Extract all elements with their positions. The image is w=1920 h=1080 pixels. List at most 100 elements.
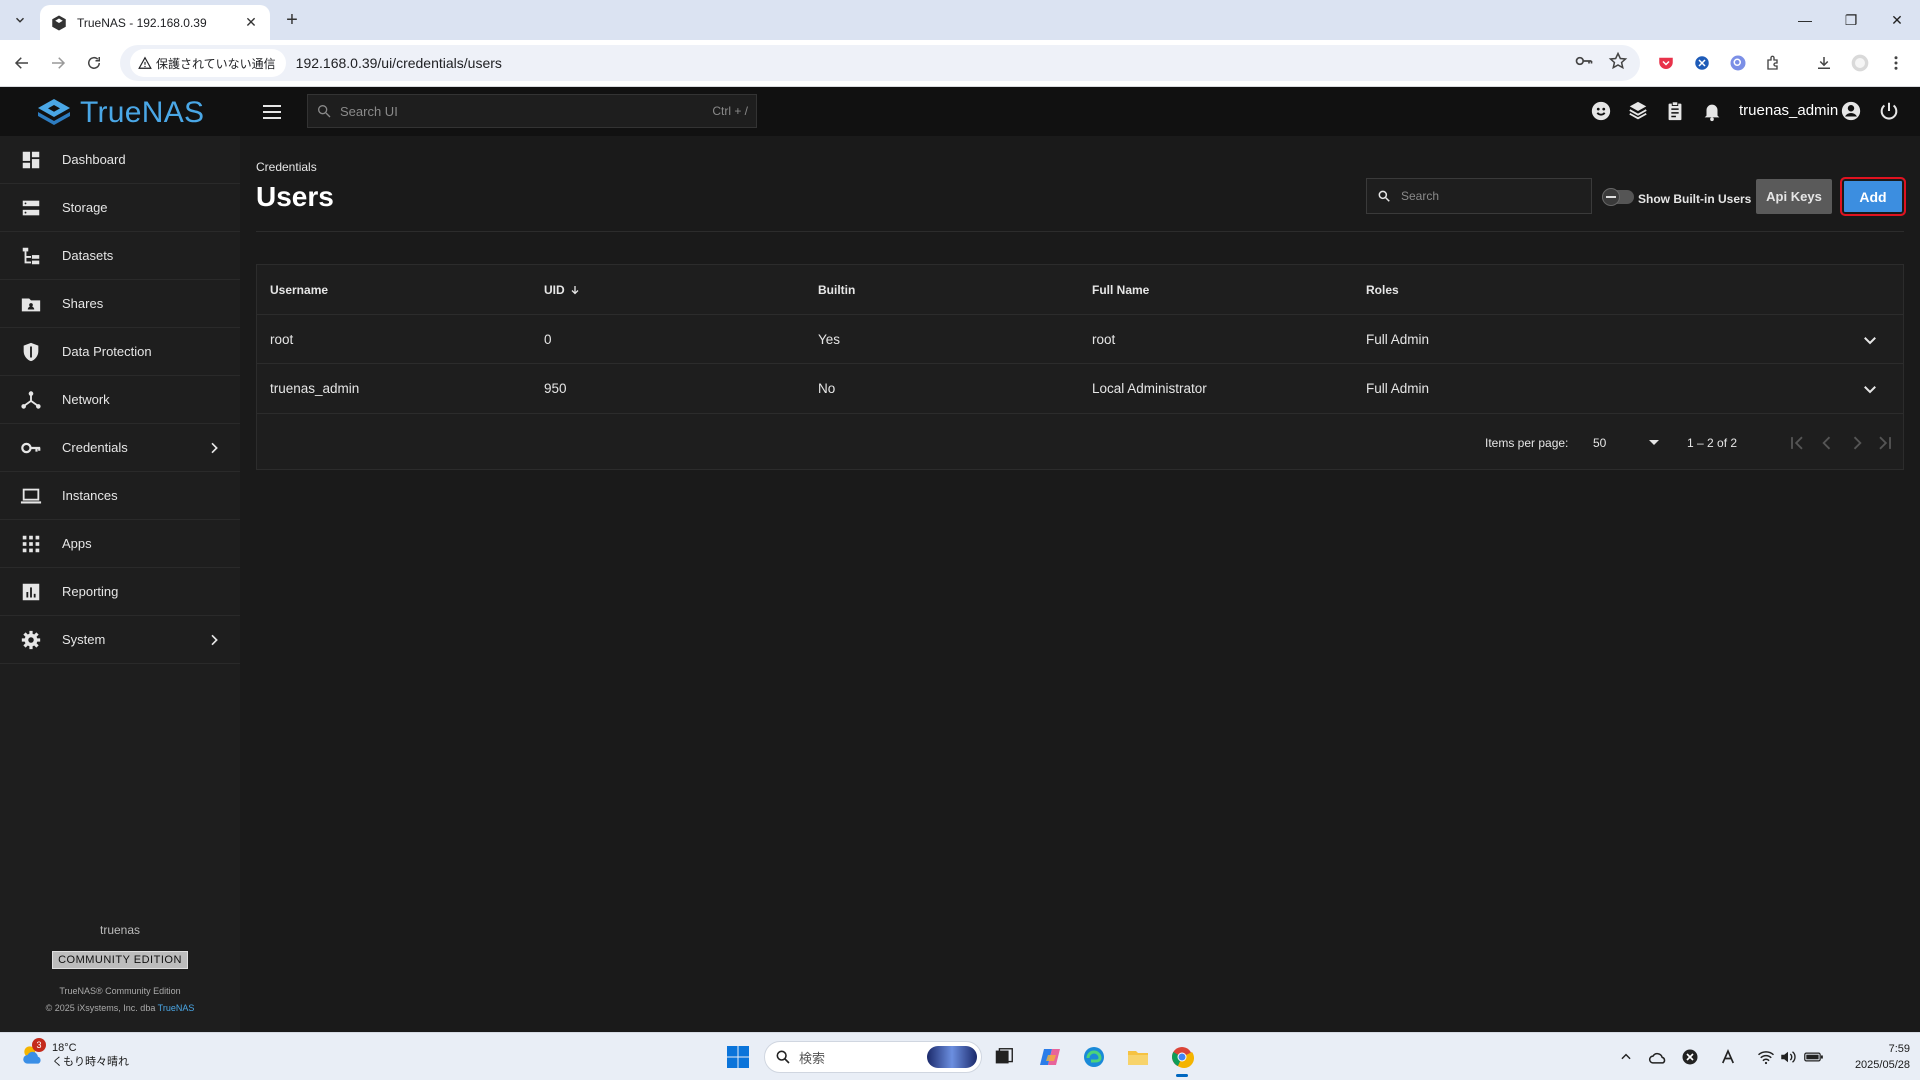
sidebar-item-dashboard[interactable]: Dashboard — [0, 136, 240, 184]
table-row[interactable]: truenas_admin 950 No Local Administrator… — [257, 363, 1903, 412]
windows-taskbar: 3 18°C くもり時々晴れ 検索 7:59 2025/05/28 — [0, 1032, 1920, 1080]
last-page-icon[interactable] — [1875, 433, 1895, 453]
user-menu-button[interactable] — [1839, 99, 1863, 123]
truenas-link[interactable]: TrueNAS — [158, 1003, 195, 1013]
network-icon — [21, 390, 41, 409]
volume-icon[interactable] — [1778, 1047, 1798, 1067]
chrome-browser-icon[interactable] — [1168, 1043, 1196, 1077]
extension-blue-icon[interactable] — [1690, 51, 1714, 75]
app-tray-x-icon[interactable] — [1680, 1047, 1700, 1067]
edge-browser-icon[interactable] — [1080, 1043, 1108, 1071]
column-header-full-name[interactable]: Full Name — [1092, 265, 1149, 315]
bar-chart-icon — [22, 583, 40, 600]
weather-widget[interactable]: 3 18°C くもり時々晴れ — [20, 1038, 129, 1069]
browser-tab[interactable]: TrueNAS - 192.168.0.39 ✕ — [40, 5, 270, 40]
sidebar-item-shares[interactable]: Shares — [0, 280, 240, 328]
minimize-button[interactable]: — — [1782, 0, 1828, 40]
file-explorer-icon[interactable] — [1124, 1043, 1152, 1071]
page-title: Users — [256, 181, 334, 212]
tab-list-button[interactable] — [8, 8, 32, 32]
pocket-extension-icon[interactable] — [1654, 51, 1678, 75]
show-builtin-users-label[interactable]: Show Built-in Users — [1638, 192, 1751, 206]
ime-mode-icon[interactable] — [1718, 1047, 1738, 1067]
users-search[interactable] — [1366, 178, 1592, 214]
sidebar-item-storage[interactable]: Storage — [0, 184, 240, 232]
header-divider — [256, 231, 1904, 232]
sidebar-item-label: System — [62, 632, 106, 647]
onedrive-cloud-icon[interactable] — [1648, 1047, 1668, 1067]
sidebar-item-credentials[interactable]: Credentials — [0, 424, 240, 472]
menu-toggle-button[interactable] — [260, 100, 284, 124]
notifications-button[interactable] — [1700, 99, 1724, 123]
sidebar-item-label: Credentials — [62, 440, 128, 455]
truenas-logo[interactable]: TrueNAS — [36, 96, 204, 130]
jobs-button[interactable] — [1663, 99, 1687, 123]
api-keys-button[interactable]: Api Keys — [1756, 179, 1832, 214]
close-tab-icon[interactable]: ✕ — [242, 14, 260, 32]
truecommand-icon — [1629, 101, 1647, 120]
users-search-input[interactable] — [1401, 189, 1581, 203]
sidebar-item-reporting[interactable]: Reporting — [0, 568, 240, 616]
warning-icon — [138, 56, 152, 69]
expand-row-chevron-icon[interactable] — [1861, 331, 1879, 349]
forward-button[interactable] — [45, 50, 71, 76]
truecommand-button[interactable] — [1626, 99, 1650, 123]
sidebar-item-instances[interactable]: Instances — [0, 472, 240, 520]
profile-avatar-icon[interactable] — [1848, 51, 1872, 75]
laptop-icon — [20, 488, 42, 504]
sidebar-item-data-protection[interactable]: Data Protection — [0, 328, 240, 376]
feedback-button[interactable] — [1589, 99, 1613, 123]
download-icon[interactable] — [1812, 51, 1836, 75]
expand-row-chevron-icon[interactable] — [1861, 380, 1879, 398]
shares-icon — [21, 298, 41, 311]
security-chip[interactable]: 保護されていない通信 — [130, 49, 286, 77]
datasets-icon — [22, 247, 40, 264]
bookmark-star-icon[interactable] — [1608, 51, 1628, 71]
restore-button[interactable]: ❐ — [1828, 0, 1874, 40]
new-tab-button[interactable]: + — [280, 8, 304, 32]
task-view-icon[interactable] — [990, 1043, 1018, 1071]
back-button[interactable] — [9, 50, 35, 76]
table-row[interactable]: root 0 Yes root Full Admin — [257, 314, 1903, 363]
first-page-icon[interactable] — [1787, 433, 1807, 453]
sidebar-item-apps[interactable]: Apps — [0, 520, 240, 568]
system-clock[interactable]: 7:59 2025/05/28 — [1830, 1041, 1910, 1073]
dashboard-icon — [22, 151, 40, 168]
copilot-icon[interactable] — [1036, 1043, 1064, 1071]
close-window-button[interactable]: ✕ — [1874, 0, 1920, 40]
extensions-puzzle-icon[interactable] — [1762, 51, 1786, 75]
sidebar-item-datasets[interactable]: Datasets — [0, 232, 240, 280]
reload-button[interactable] — [81, 50, 107, 76]
sidebar-item-network[interactable]: Network — [0, 376, 240, 424]
breadcrumb[interactable]: Credentials — [256, 160, 317, 174]
column-header-builtin[interactable]: Builtin — [818, 265, 855, 315]
battery-icon[interactable] — [1804, 1047, 1824, 1067]
power-button[interactable] — [1877, 99, 1901, 123]
address-bar[interactable]: 保護されていない通信 192.168.0.39/ui/credentials/u… — [120, 45, 1640, 81]
sidebar-item-label: Network — [62, 392, 110, 407]
current-username[interactable]: truenas_admin — [1739, 102, 1838, 119]
cell-roles: Full Admin — [1366, 332, 1430, 347]
items-per-page-select[interactable]: 50 — [1585, 429, 1665, 457]
column-header-username[interactable]: Username — [270, 265, 328, 315]
key-icon — [21, 442, 41, 453]
weather-description: くもり時々晴れ — [52, 1056, 129, 1068]
start-button[interactable] — [726, 1045, 750, 1069]
column-header-uid[interactable]: UID — [544, 265, 581, 315]
browser-menu-icon[interactable] — [1884, 51, 1908, 75]
taskbar-search[interactable]: 検索 — [764, 1041, 982, 1073]
sidebar-item-system[interactable]: System — [0, 616, 240, 664]
add-user-button[interactable]: Add — [1840, 177, 1906, 216]
column-header-roles[interactable]: Roles — [1366, 265, 1399, 315]
sidebar-item-label: Datasets — [62, 248, 114, 263]
wifi-icon[interactable] — [1756, 1047, 1776, 1067]
previous-page-icon[interactable] — [1817, 433, 1837, 453]
page-range: 1 – 2 of 2 — [1687, 436, 1738, 450]
next-page-icon[interactable] — [1847, 433, 1867, 453]
app-header: TrueNAS Search UI Ctrl + / truenas_admin — [0, 87, 1920, 136]
extension-search-icon[interactable] — [1726, 51, 1750, 75]
key-icon[interactable] — [1574, 51, 1594, 71]
show-builtin-users-toggle[interactable] — [1602, 188, 1634, 206]
tray-overflow-icon[interactable] — [1616, 1047, 1636, 1067]
global-search-input[interactable]: Search UI Ctrl + / — [307, 94, 757, 128]
